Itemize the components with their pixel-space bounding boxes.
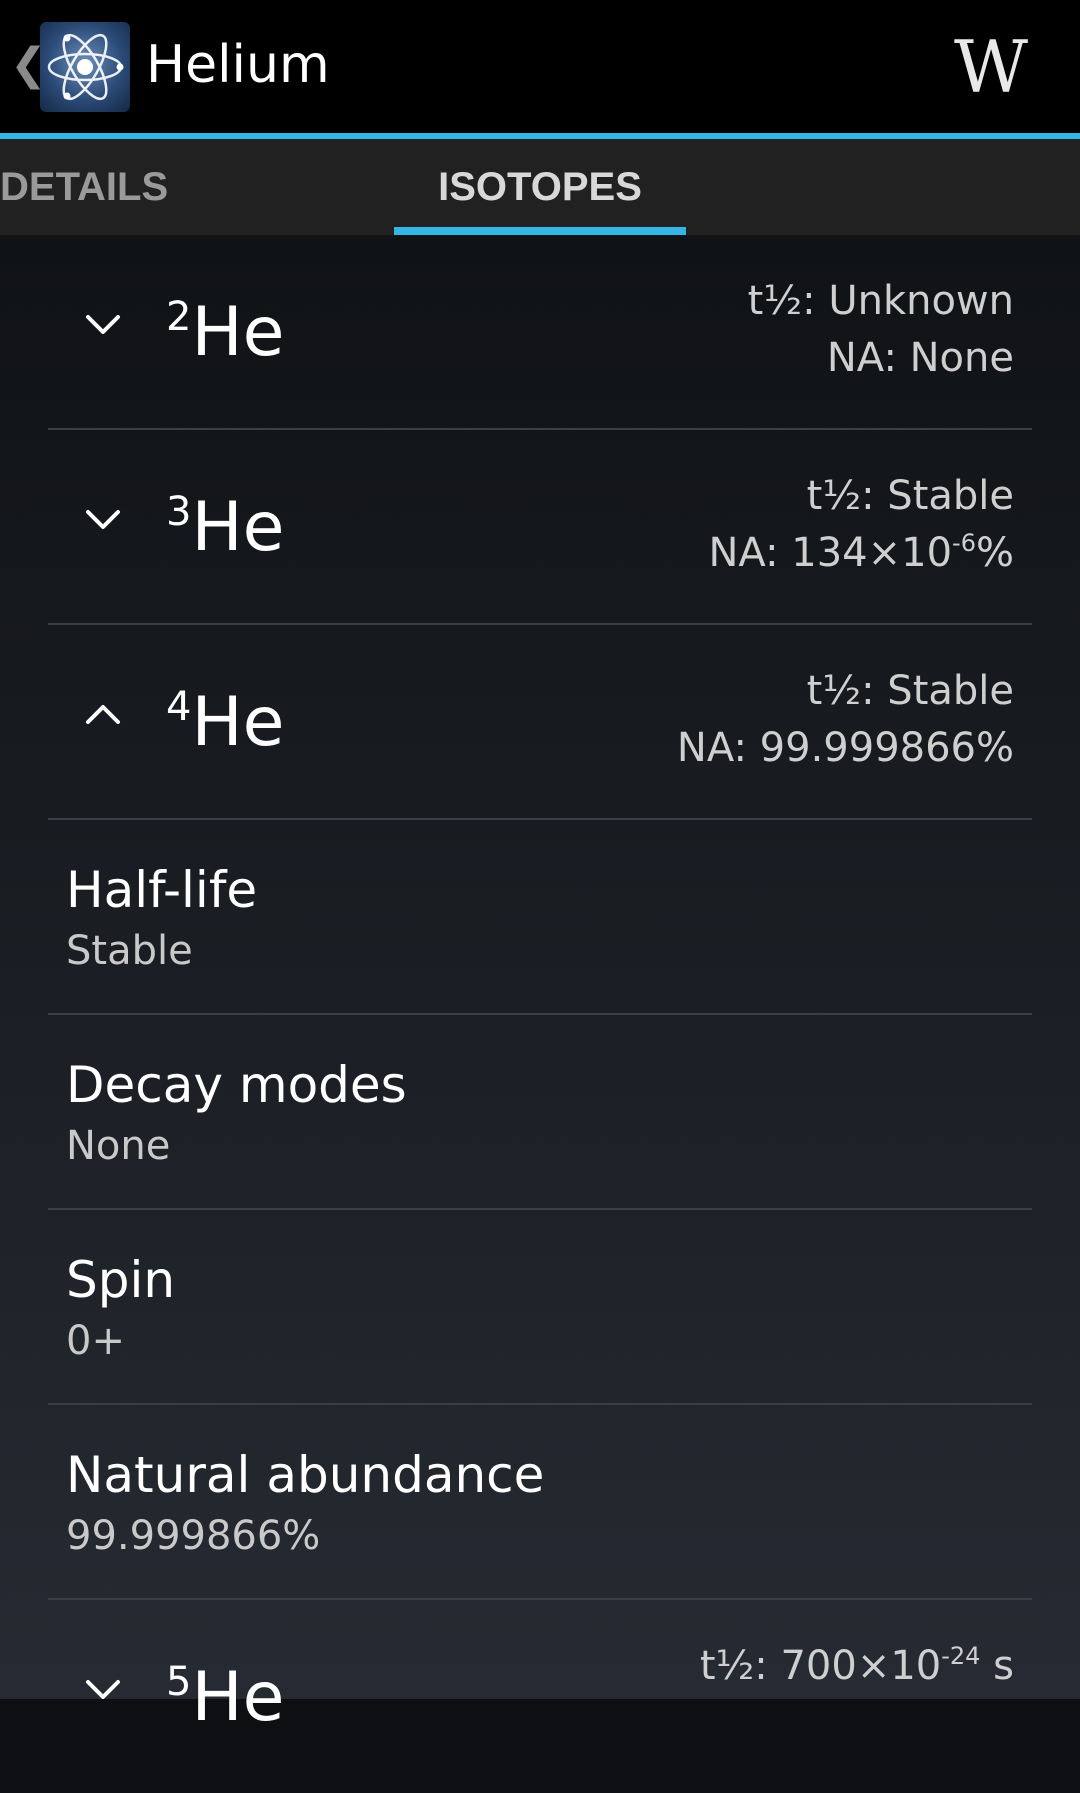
isotope-list: 2He t½: Unknown NA: None 3He t½: Stable … [0, 235, 1080, 1793]
isotope-summary: t½: Stable NA: 99.999866% [677, 663, 1014, 777]
tab-selected-indicator [394, 227, 686, 235]
chevron-down-icon [86, 1680, 120, 1699]
isotope-row-3he[interactable]: 3He t½: Stable NA: 134×10-6% [48, 430, 1032, 625]
abundance-summary: NA: 99.999866% [676, 725, 1014, 771]
element-symbol: He [191, 1658, 285, 1737]
isotope-row-2he[interactable]: 2He t½: Unknown NA: None [48, 235, 1032, 430]
isotope-symbol: 2He [166, 293, 284, 373]
tab-bar: DETAILS ISOTOPES [0, 139, 1080, 235]
tab-isotopes[interactable]: ISOTOPES [394, 139, 686, 235]
abundance-exponent: -6 [952, 529, 976, 557]
mass-number: 5 [166, 1659, 192, 1705]
element-symbol: He [191, 488, 285, 567]
mass-number: 4 [166, 684, 192, 730]
isotope-row-5he[interactable]: 5He t½: 700×10-24 s [48, 1600, 1032, 1793]
isotope-summary: t½: Unknown NA: None [748, 273, 1014, 387]
halflife-suffix: s [980, 1643, 1014, 1689]
atom-icon[interactable] [40, 22, 130, 112]
chevron-down-icon [86, 510, 120, 529]
property-label: Spin [66, 1251, 176, 1309]
isotope-symbol: 5He [166, 1658, 284, 1738]
isotope-summary: t½: Stable NA: 134×10-6% [709, 468, 1015, 582]
abundance-prefix: NA: 134×10 [708, 530, 953, 576]
property-decay-modes: Decay modes None [48, 1015, 1032, 1210]
property-value: 99.999866% [66, 1513, 321, 1559]
tab-details[interactable]: DETAILS [0, 139, 168, 235]
halflife-summary: t½: 700×10-24 s [700, 1638, 1014, 1695]
property-value: 0+ [66, 1318, 125, 1364]
element-symbol: He [191, 683, 285, 762]
mass-number: 2 [166, 294, 192, 340]
property-half-life: Half-life Stable [48, 820, 1032, 1015]
property-value: Stable [66, 928, 193, 974]
property-label: Decay modes [66, 1056, 407, 1114]
isotope-symbol: 3He [166, 488, 284, 568]
property-spin: Spin 0+ [48, 1210, 1032, 1405]
element-symbol: He [191, 293, 285, 372]
chevron-up-icon [86, 705, 120, 724]
chevron-down-icon [86, 315, 120, 334]
halflife-summary: t½: Unknown [747, 278, 1014, 324]
action-bar: ❮ Helium W [0, 0, 1080, 133]
property-label: Natural abundance [66, 1446, 545, 1504]
halflife-summary: t½: Stable [806, 668, 1014, 714]
isotope-summary: t½: 700×10-24 s [700, 1638, 1014, 1695]
property-label: Half-life [66, 861, 258, 919]
isotope-symbol: 4He [166, 683, 284, 763]
page-title: Helium [146, 35, 330, 95]
halflife-prefix: t½: 700×10 [699, 1643, 942, 1689]
abundance-suffix: % [975, 530, 1014, 576]
isotope-row-4he[interactable]: 4He t½: Stable NA: 99.999866% [48, 625, 1032, 820]
property-natural-abundance: Natural abundance 99.999866% [48, 1405, 1032, 1600]
back-chevron-icon[interactable]: ❮ [10, 40, 47, 90]
wikipedia-icon[interactable]: W [948, 24, 1034, 110]
abundance-summary: NA: None [826, 335, 1014, 381]
halflife-exponent: -24 [941, 1642, 981, 1670]
halflife-summary: t½: Stable [806, 473, 1014, 519]
abundance-summary: NA: 134×10-6% [709, 525, 1015, 582]
mass-number: 3 [166, 489, 192, 535]
property-value: None [66, 1123, 171, 1169]
